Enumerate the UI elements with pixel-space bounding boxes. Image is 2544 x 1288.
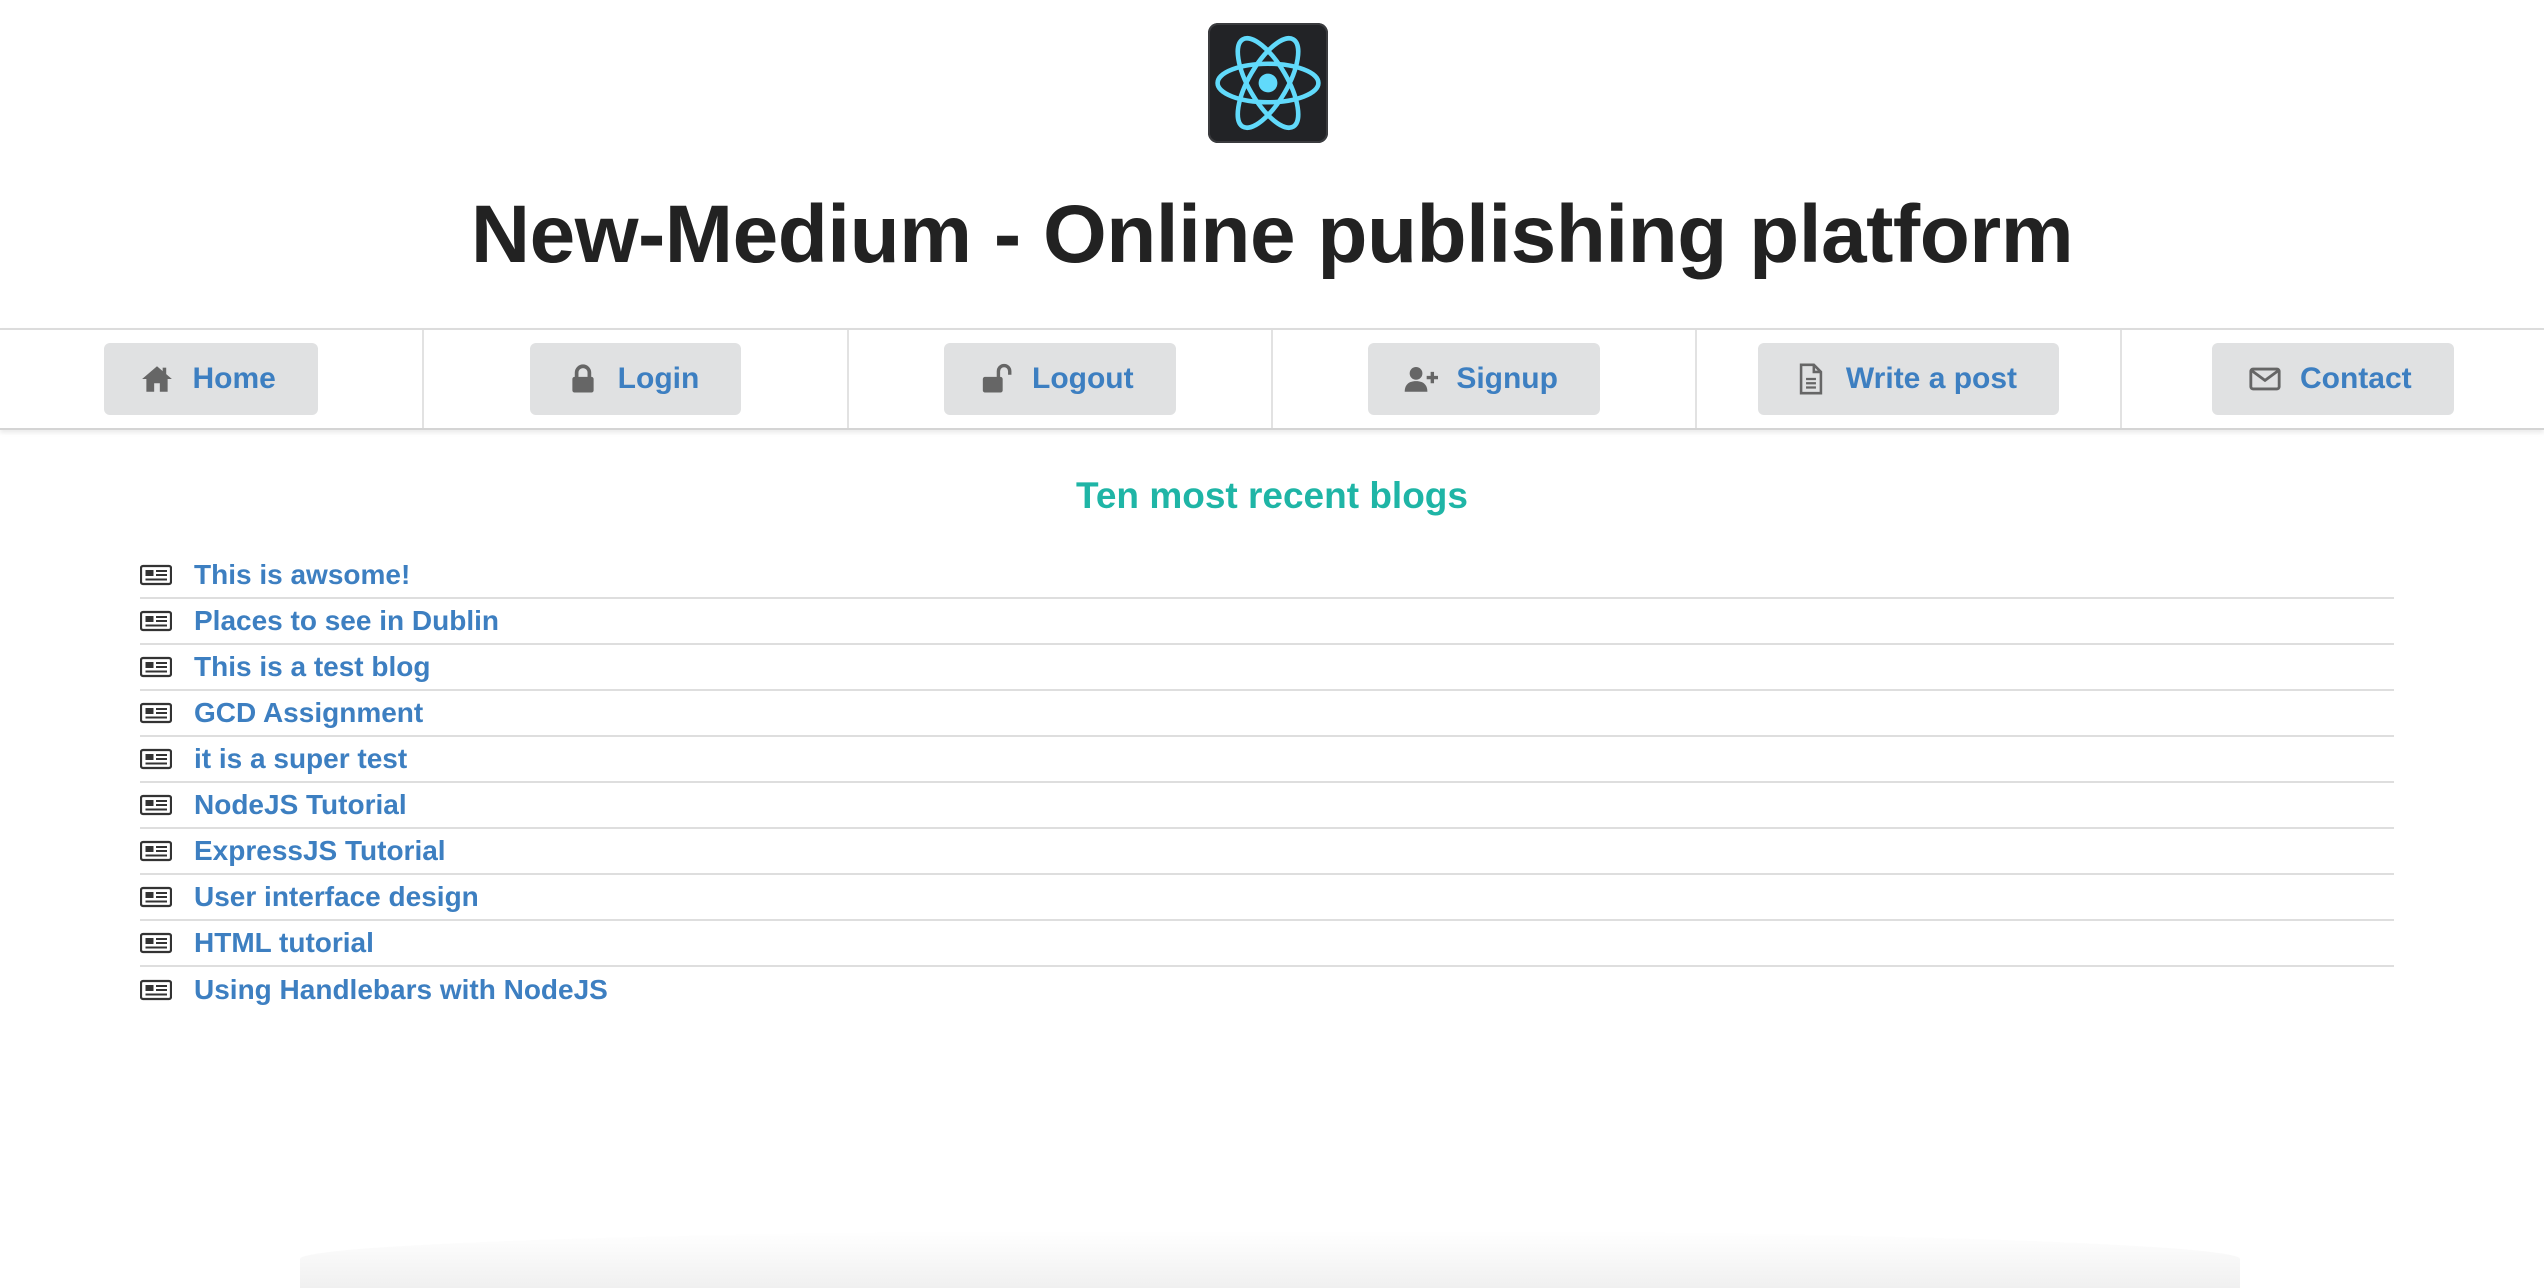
nav-cell-logout: Logout: [849, 330, 1273, 428]
list-item: This is a test blog: [140, 645, 2394, 691]
nav-cell-signup: Signup: [1273, 330, 1698, 428]
blog-link[interactable]: it is a super test: [194, 743, 407, 775]
newspaper-icon: [140, 609, 172, 633]
home-label: Home: [192, 362, 276, 395]
react-logo: [1208, 23, 1328, 143]
newspaper-icon: [140, 701, 172, 725]
login-button[interactable]: Login: [529, 343, 742, 415]
newspaper-icon: [140, 563, 172, 587]
nav-cell-contact: Contact: [2122, 330, 2544, 428]
blog-link[interactable]: GCD Assignment: [194, 697, 423, 729]
logout-button[interactable]: Logout: [944, 343, 1176, 415]
nav-cell-home: Home: [0, 330, 425, 428]
newspaper-icon: [140, 839, 172, 863]
blog-link[interactable]: This is awsome!: [194, 559, 410, 591]
blog-link[interactable]: This is a test blog: [194, 651, 430, 683]
list-item: ExpressJS Tutorial: [140, 829, 2394, 875]
newspaper-icon: [140, 978, 172, 1002]
signup-button[interactable]: Signup: [1368, 343, 1600, 415]
blog-list: This is awsome! Places to see in Dublin …: [140, 553, 2394, 1013]
bottom-shadow: [300, 1230, 2240, 1288]
list-item: Using Handlebars with NodeJS: [140, 967, 2394, 1013]
main-nav: Home Login Logout Signup Write a post Co…: [0, 328, 2544, 430]
newspaper-icon: [140, 793, 172, 817]
logout-label: Logout: [1032, 362, 1134, 395]
list-item: HTML tutorial: [140, 921, 2394, 967]
newspaper-icon: [140, 747, 172, 771]
list-item: This is awsome!: [140, 553, 2394, 599]
file-text-icon: [1794, 362, 1828, 396]
blog-link[interactable]: ExpressJS Tutorial: [194, 835, 446, 867]
contact-label: Contact: [2299, 362, 2412, 395]
write-post-button[interactable]: Write a post: [1757, 343, 2060, 415]
blog-link[interactable]: User interface design: [194, 881, 479, 913]
nav-cell-write: Write a post: [1697, 330, 2122, 428]
list-item: it is a super test: [140, 737, 2394, 783]
blog-link[interactable]: HTML tutorial: [194, 927, 374, 959]
user-plus-icon: [1404, 362, 1439, 396]
react-atom-icon: [1215, 35, 1321, 131]
blog-link[interactable]: NodeJS Tutorial: [194, 789, 407, 821]
blog-link[interactable]: Places to see in Dublin: [194, 605, 499, 637]
list-item: User interface design: [140, 875, 2394, 921]
newspaper-icon: [140, 655, 172, 679]
write-post-label: Write a post: [1845, 362, 2018, 395]
list-item: NodeJS Tutorial: [140, 783, 2394, 829]
page-title: New-Medium - Online publishing platform: [470, 189, 2074, 280]
lock-icon: [566, 362, 600, 396]
home-button[interactable]: Home: [104, 343, 318, 415]
newspaper-icon: [140, 885, 172, 909]
list-item: GCD Assignment: [140, 691, 2394, 737]
contact-button[interactable]: Contact: [2211, 343, 2454, 415]
blog-link[interactable]: Using Handlebars with NodeJS: [194, 974, 608, 1006]
unlock-icon: [980, 362, 1014, 396]
section-title: Ten most recent blogs: [1076, 475, 1468, 516]
home-icon: [140, 362, 174, 396]
page: New-Medium - Online publishing platform …: [0, 0, 2544, 1288]
envelope-icon: [2248, 362, 2282, 396]
signup-label: Signup: [1456, 362, 1558, 395]
list-item: Places to see in Dublin: [140, 599, 2394, 645]
login-label: Login: [617, 362, 700, 395]
newspaper-icon: [140, 931, 172, 955]
nav-cell-login: Login: [424, 330, 849, 428]
